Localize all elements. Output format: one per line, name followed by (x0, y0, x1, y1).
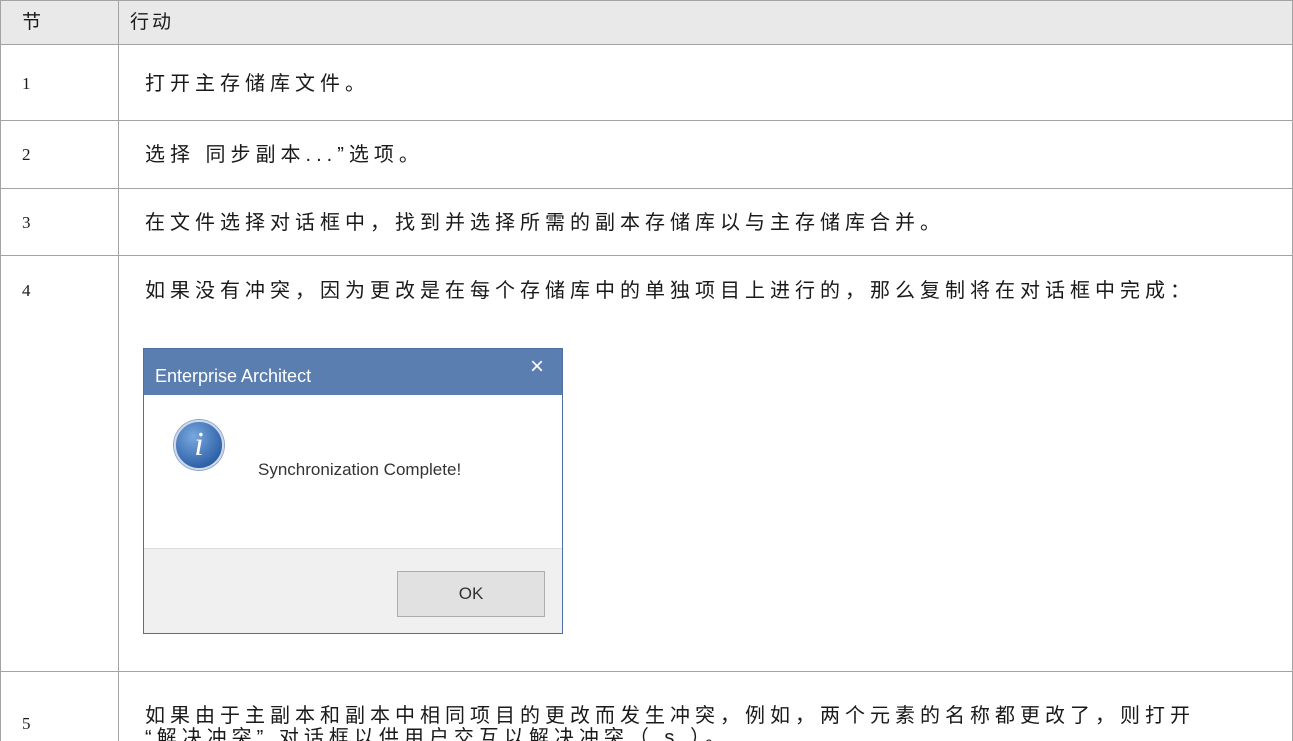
dialog-message: Synchronization Complete! (258, 460, 462, 479)
action-cell: 选择 同步副本...”选项。 (119, 121, 1292, 188)
table-header-row: 节 行动 (1, 1, 1292, 45)
header-action-label: 行动 (130, 12, 175, 33)
action-text: 如果没有冲突，因为更改是在每个存储库中的单独项目上进行的，那么复制将在对话框中完… (145, 280, 1195, 302)
info-icon: i (174, 420, 224, 470)
table-row: 5 如果由于主副本和副本中相同项目的更改而发生冲突，例如，两个元素的名称都更改了… (1, 672, 1292, 741)
step-number: 3 (22, 213, 31, 232)
action-cell: 如果没有冲突，因为更改是在每个存储库中的单独项目上进行的，那么复制将在对话框中完… (119, 256, 1292, 671)
action-text: 选择 同步副本...”选项。 (145, 144, 424, 166)
action-text-line: “解决冲突” 对话框以供用户交互以解决冲突（ s ）。 (145, 727, 730, 741)
step-cell: 3 (1, 189, 119, 255)
step-number: 1 (22, 74, 31, 93)
header-step-label: 节 (22, 12, 45, 33)
info-icon-glyph: i (194, 426, 204, 463)
action-cell: 如果由于主副本和副本中相同项目的更改而发生冲突，例如，两个元素的名称都更改了，则… (119, 672, 1292, 741)
close-icon[interactable]: × (530, 354, 544, 380)
dialog-button-bar: OK (144, 548, 562, 633)
step-number: 5 (22, 714, 31, 733)
dialog-title-bar: Enterprise Architect × (144, 349, 562, 395)
step-cell: 4 (1, 256, 119, 671)
action-cell: 在文件选择对话框中，找到并选择所需的副本存储库以与主存储库合并。 (119, 189, 1292, 255)
header-cell-step: 节 (1, 1, 119, 44)
action-text: 打开主存储库文件。 (145, 73, 370, 95)
header-cell-action: 行动 (119, 1, 1292, 44)
dialog-title: Enterprise Architect (155, 366, 312, 386)
table-row: 4 如果没有冲突，因为更改是在每个存储库中的单独项目上进行的，那么复制将在对话框… (1, 256, 1292, 672)
table-row: 1 打开主存储库文件。 (1, 45, 1292, 121)
step-number: 4 (22, 281, 31, 300)
action-text: 如果由于主副本和副本中相同项目的更改而发生冲突，例如，两个元素的名称都更改了，则… (145, 705, 1195, 741)
action-cell: 打开主存储库文件。 (119, 45, 1292, 120)
action-text-line: 如果由于主副本和副本中相同项目的更改而发生冲突，例如，两个元素的名称都更改了，则… (145, 705, 1195, 727)
table-row: 2 选择 同步副本...”选项。 (1, 121, 1292, 189)
sync-complete-dialog: Enterprise Architect × i Synchronization… (143, 348, 563, 634)
table-row: 3 在文件选择对话框中，找到并选择所需的副本存储库以与主存储库合并。 (1, 189, 1292, 256)
step-number: 2 (22, 145, 31, 164)
steps-table: 节 行动 1 打开主存储库文件。 2 选择 同步副本...”选项。 3 在文件选… (0, 0, 1293, 741)
step-cell: 1 (1, 45, 119, 120)
action-text: 在文件选择对话框中，找到并选择所需的副本存储库以与主存储库合并。 (145, 212, 945, 234)
ok-button[interactable]: OK (397, 571, 545, 617)
step-cell: 2 (1, 121, 119, 188)
step-cell: 5 (1, 672, 119, 741)
